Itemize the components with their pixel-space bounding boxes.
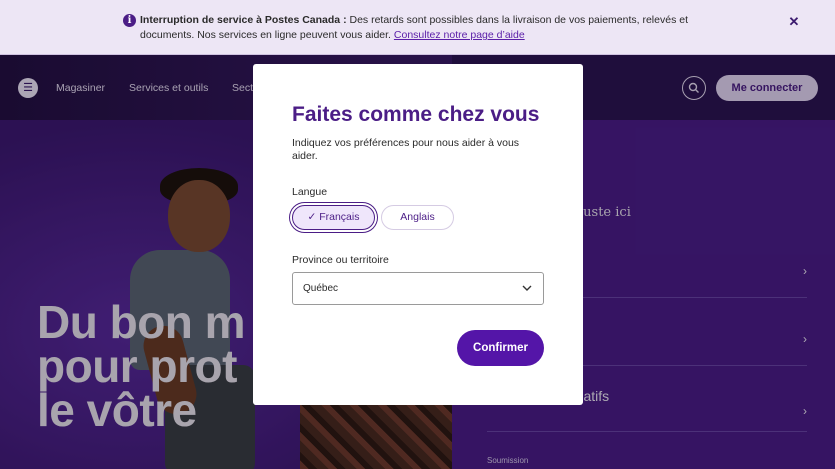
province-select[interactable]: Québec [292,272,544,305]
close-icon[interactable]: ✕ [786,14,802,30]
alert-text: Interruption de service à Postes Canada … [140,13,740,43]
province-select-value: Québec [303,283,339,294]
chevron-down-icon [522,285,532,291]
province-label: Province ou territoire [292,254,389,266]
help-page-link[interactable]: Consultez notre page d’aide [394,29,525,41]
preferences-modal: Faites comme chez vous Indiquez vos préf… [253,64,583,405]
modal-description: Indiquez vos préférences pour nous aider… [292,137,520,162]
info-icon: i [123,14,136,27]
language-french-button[interactable]: ✓ Français [292,205,375,230]
language-english-button[interactable]: Anglais [381,205,454,230]
language-label: Langue [292,186,328,198]
service-alert-banner: i Interruption de service à Postes Canad… [0,0,835,55]
confirm-button[interactable]: Confirmer [457,330,544,366]
modal-title: Faites comme chez vous [292,103,540,126]
alert-title: Interruption de service à Postes Canada … [140,14,347,26]
